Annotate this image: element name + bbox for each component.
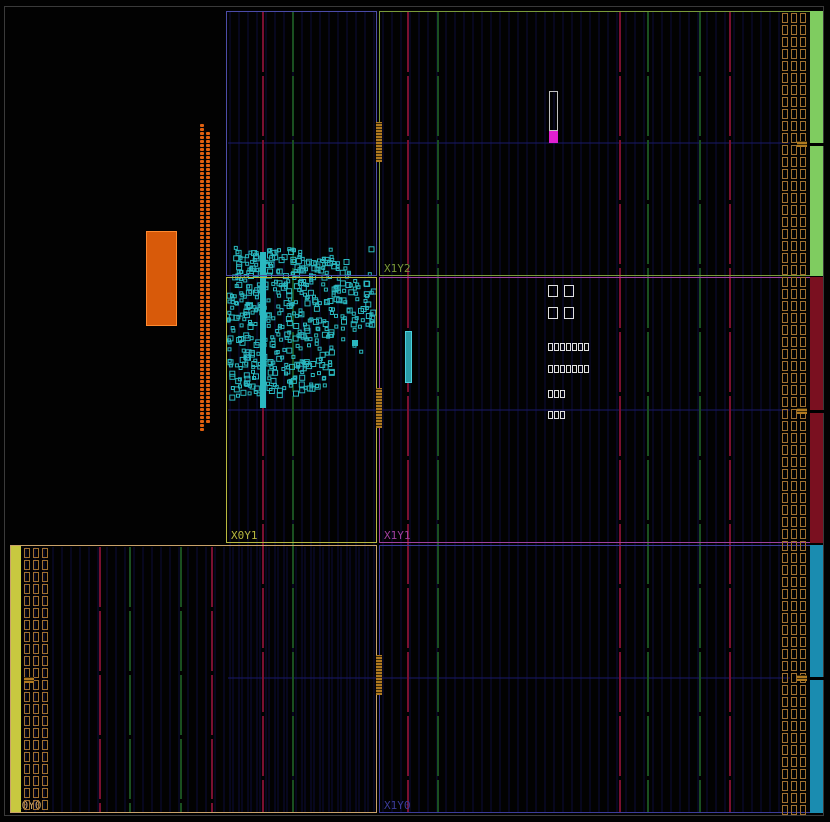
clock-spine-markers bbox=[0, 0, 830, 822]
strip-separator bbox=[808, 677, 824, 680]
clock-buffer-marker[interactable] bbox=[376, 122, 382, 162]
clock-buffer-marker[interactable] bbox=[797, 408, 807, 414]
clock-buffer-marker[interactable] bbox=[797, 141, 807, 147]
clock-buffer-marker[interactable] bbox=[376, 388, 382, 428]
clock-buffer-marker[interactable] bbox=[376, 655, 382, 695]
strip-separator bbox=[808, 143, 824, 146]
device-view-canvas[interactable]: X0Y0 X0Y1 X1Y0 X1Y1 X1Y2 bbox=[0, 0, 830, 822]
clock-buffer-marker[interactable] bbox=[797, 675, 807, 681]
clock-buffer-marker[interactable] bbox=[24, 677, 34, 683]
strip-separator bbox=[808, 410, 824, 413]
